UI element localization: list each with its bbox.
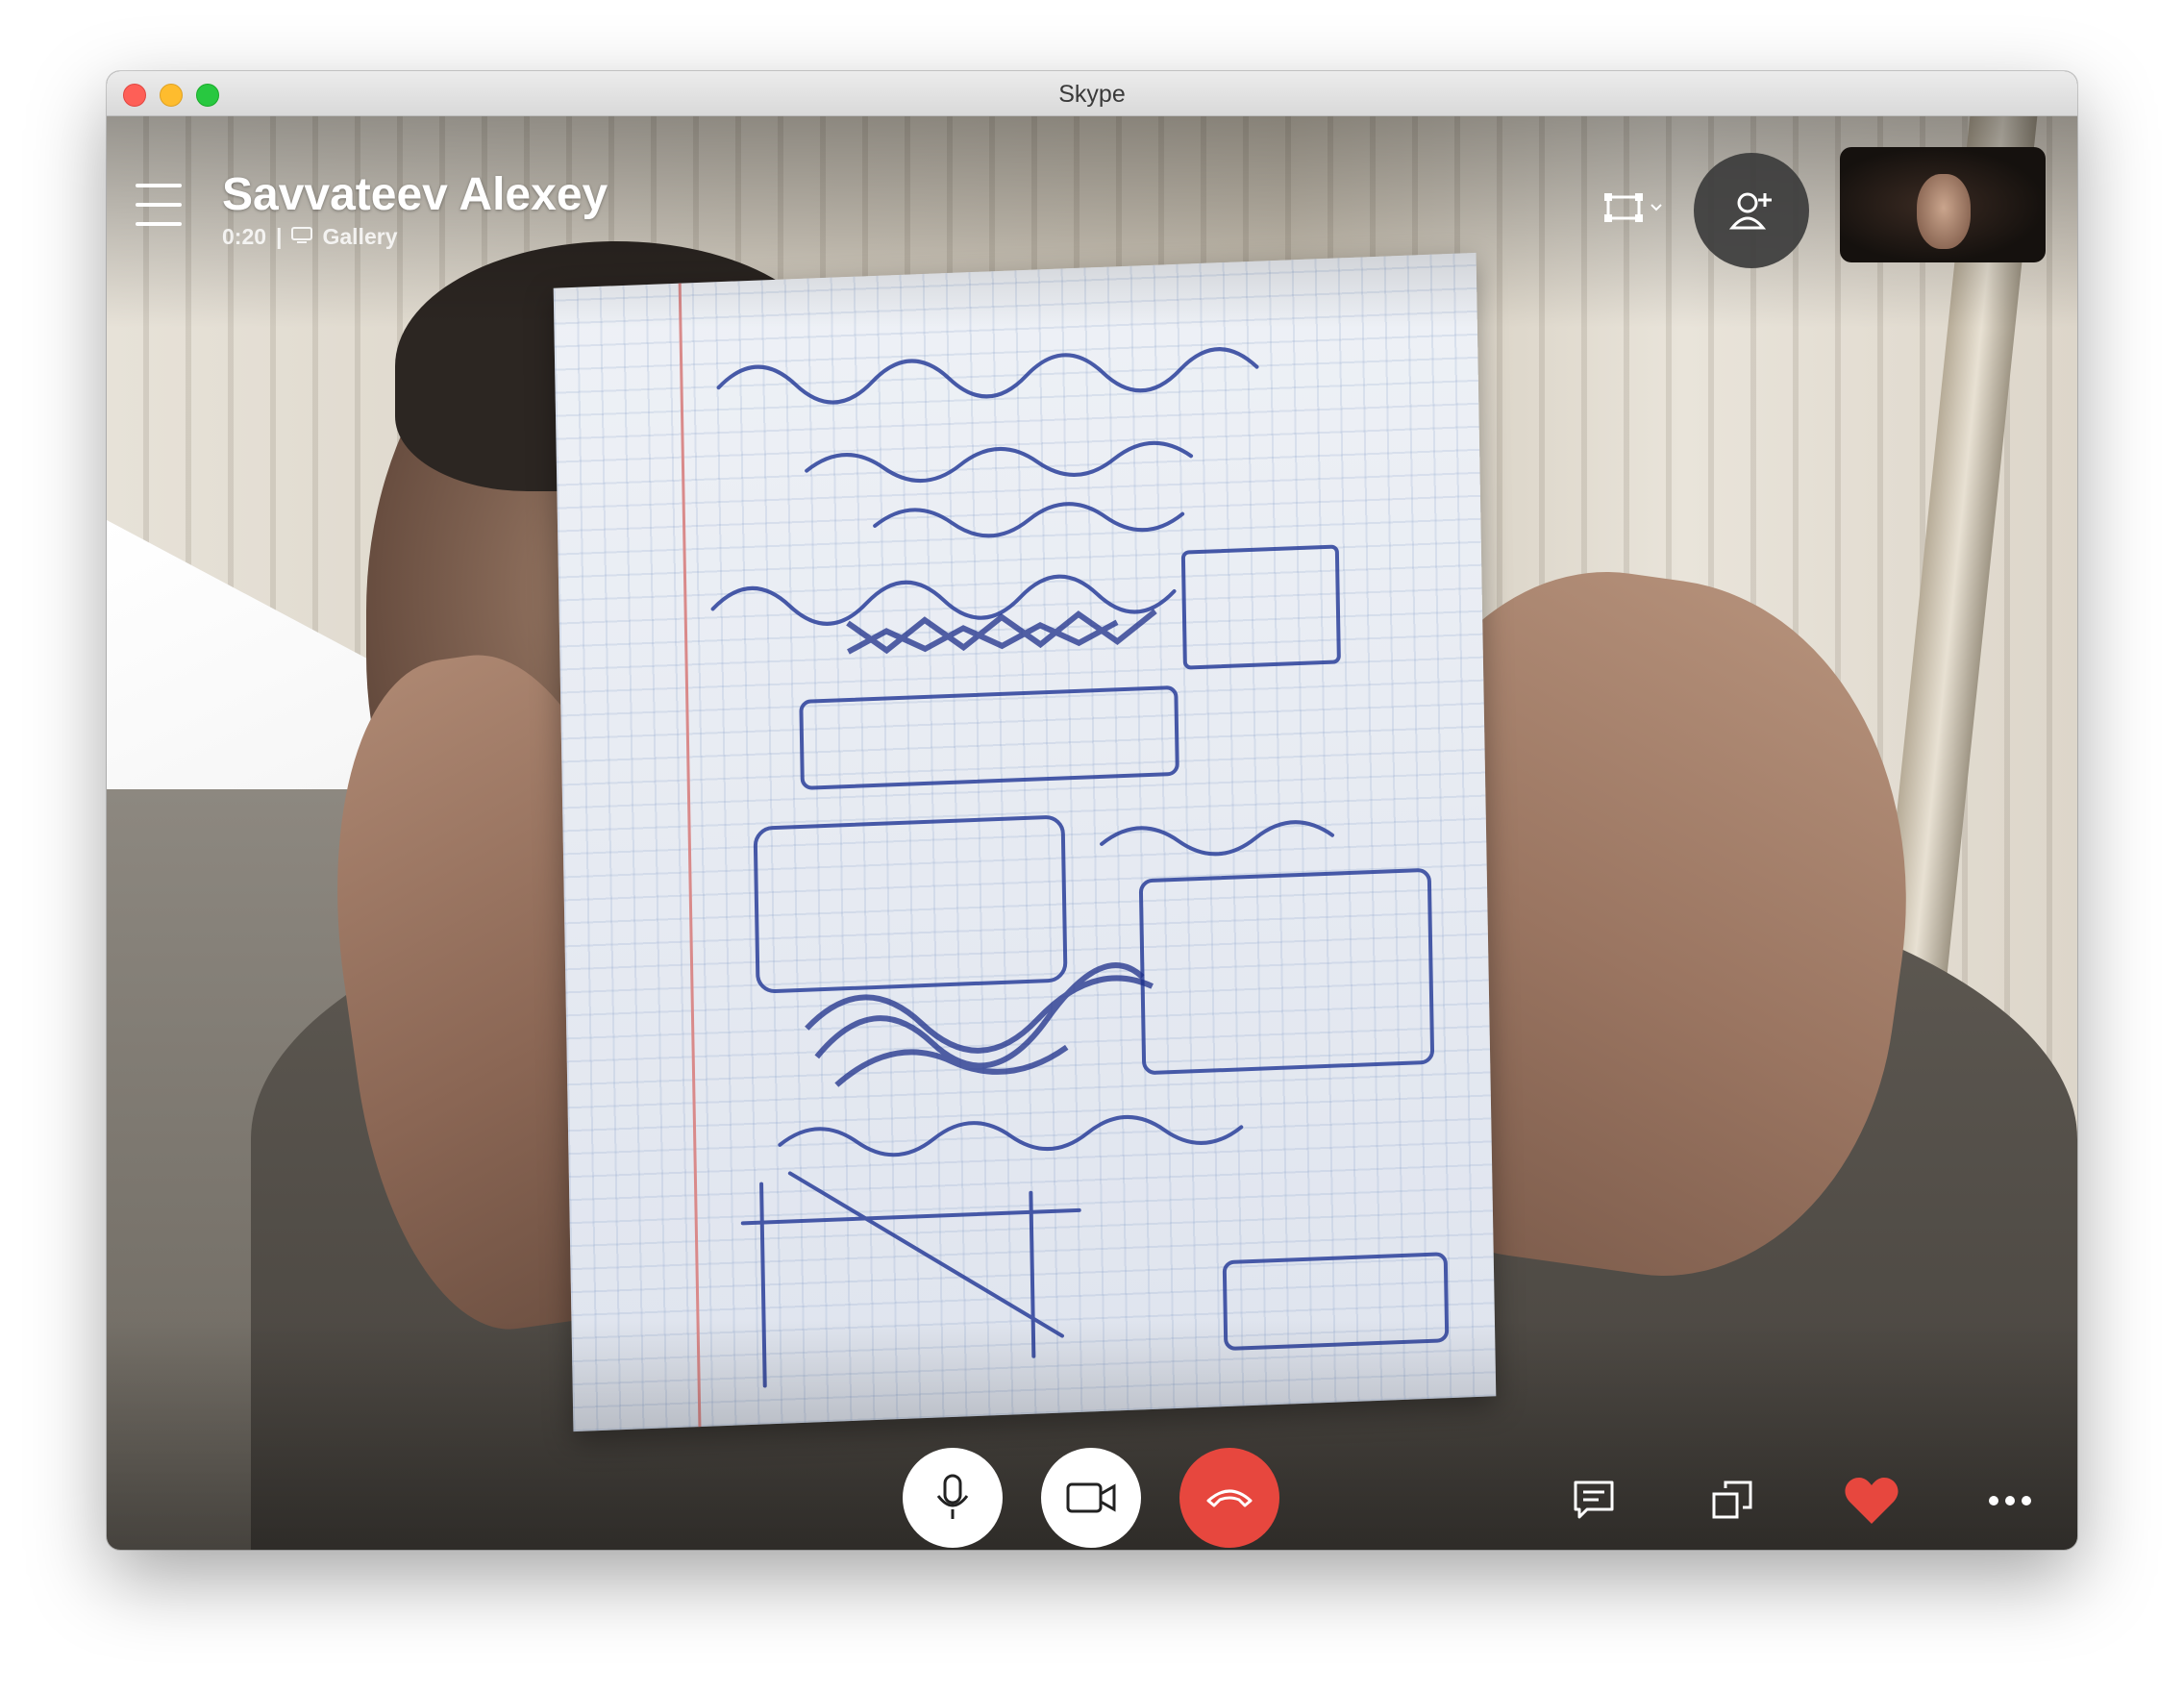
- contact-name: Savvateev Alexey: [222, 169, 608, 220]
- self-view-face: [1917, 174, 1971, 249]
- meta-separator: |: [276, 224, 283, 249]
- menu-line: [136, 184, 182, 187]
- self-view-preview[interactable]: [1840, 147, 2046, 262]
- more-options-button[interactable]: [1981, 1472, 2039, 1530]
- microphone-icon: [936, 1474, 969, 1519]
- remote-video-feed: Savvateev Alexey 0:20 | Gallery: [107, 116, 2077, 1550]
- title-bar: Skype: [107, 71, 2077, 116]
- react-button[interactable]: [1843, 1472, 1900, 1530]
- video-toggle-button[interactable]: [1041, 1448, 1141, 1548]
- call-status: 0:20 | Gallery: [222, 224, 397, 250]
- window-title: Skype: [1058, 81, 1126, 108]
- layout-mode-label[interactable]: Gallery: [322, 224, 397, 250]
- fullscreen-button[interactable]: [1603, 186, 1671, 230]
- hamburger-icon[interactable]: [136, 184, 182, 226]
- chat-button[interactable]: [1565, 1472, 1623, 1530]
- add-participant-button[interactable]: [1694, 153, 1809, 268]
- notebook-page: [553, 252, 1497, 1432]
- menu-line: [136, 222, 182, 226]
- handwriting-scribbles: [710, 347, 1450, 1388]
- fullscreen-icon: [1604, 193, 1643, 222]
- chat-icon: [1574, 1480, 1614, 1519]
- menu-line: [136, 203, 182, 207]
- heart-icon: [1845, 1478, 1899, 1524]
- video-camera-icon: [1066, 1482, 1116, 1513]
- share-screen-button[interactable]: [1703, 1472, 1761, 1530]
- hang-up-icon: [1206, 1489, 1253, 1507]
- skype-window: Skype Savvateev Alexey 0:20 | Gallery: [107, 71, 2077, 1550]
- chevron-down-icon: [1650, 204, 1662, 212]
- more-options-icon: [1989, 1496, 2031, 1505]
- gallery-icon[interactable]: [291, 224, 313, 250]
- call-duration: 0:20: [222, 224, 267, 249]
- mute-button[interactable]: [903, 1448, 1003, 1548]
- add-person-icon: [1728, 192, 1772, 230]
- share-screen-icon: [1712, 1480, 1752, 1519]
- end-call-button[interactable]: [1179, 1448, 1279, 1548]
